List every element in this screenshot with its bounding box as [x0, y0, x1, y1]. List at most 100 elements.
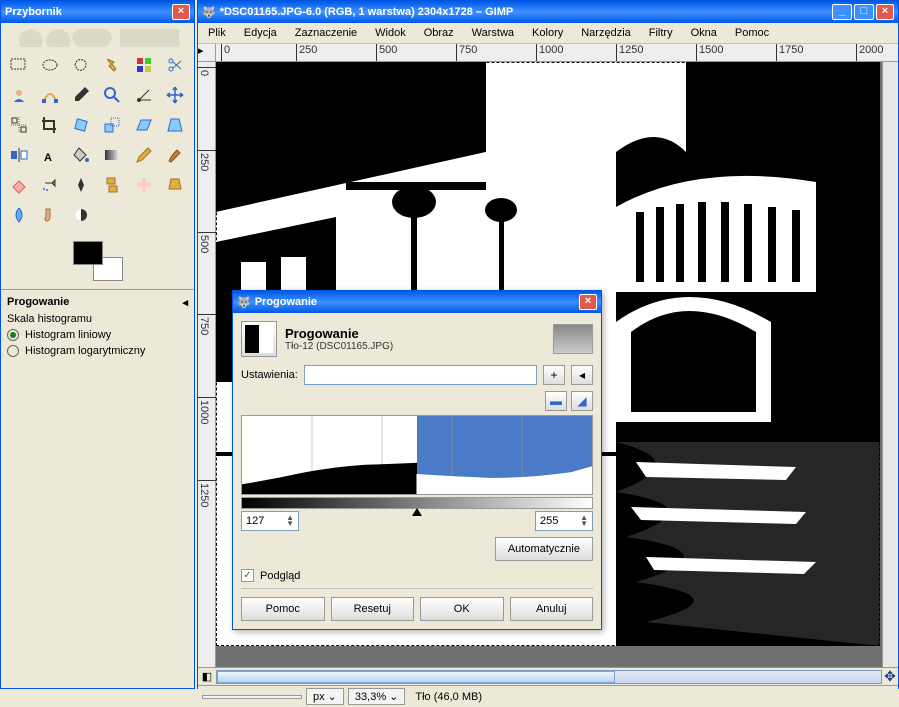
- foreground-select-tool[interactable]: [5, 81, 33, 109]
- ruler-horizontal[interactable]: 0 250 500 750 1000 1250 1500 1750 2000: [216, 44, 898, 62]
- auto-button[interactable]: Automatycznie: [495, 537, 593, 561]
- radio-icon: [7, 329, 19, 341]
- high-value-input[interactable]: 255▲▼: [535, 511, 593, 531]
- presets-combo[interactable]: [304, 365, 537, 385]
- toolbox-window: Przybornik × A: [0, 0, 195, 689]
- airbrush-tool[interactable]: [36, 171, 64, 199]
- zoom-tool[interactable]: [98, 81, 126, 109]
- text-tool[interactable]: A: [36, 141, 64, 169]
- menu-windows[interactable]: Okna: [687, 25, 721, 41]
- zoom-selector[interactable]: 33,3% ⌄: [348, 688, 405, 705]
- checkbox-icon: ✓: [241, 569, 254, 582]
- flip-tool[interactable]: [5, 141, 33, 169]
- menu-layer[interactable]: Warstwa: [468, 25, 518, 41]
- paintbrush-tool[interactable]: [161, 141, 189, 169]
- blend-tool[interactable]: [98, 141, 126, 169]
- threshold-icon: [241, 321, 277, 357]
- rotate-tool[interactable]: [67, 111, 95, 139]
- menu-filters[interactable]: Filtry: [645, 25, 677, 41]
- dialog-head-title: Progowanie: [285, 326, 545, 341]
- fuzzy-select-tool[interactable]: [98, 51, 126, 79]
- radio-linear[interactable]: Histogram liniowy: [7, 329, 188, 341]
- by-color-select-tool[interactable]: [130, 51, 158, 79]
- scrollbar-vertical[interactable]: [882, 62, 898, 667]
- help-button[interactable]: Pomoc: [241, 597, 325, 621]
- eraser-tool[interactable]: [5, 171, 33, 199]
- ellipse-select-tool[interactable]: [36, 51, 64, 79]
- pointer-pos-field: [202, 695, 302, 699]
- move-tool[interactable]: [161, 81, 189, 109]
- low-value-input[interactable]: 127▲▼: [241, 511, 299, 531]
- ok-button[interactable]: OK: [420, 597, 504, 621]
- quickmask-toggle[interactable]: ◧: [198, 670, 216, 683]
- menu-edit[interactable]: Edycja: [240, 25, 281, 41]
- settings-label: Ustawienia:: [241, 369, 298, 381]
- ruler-vertical[interactable]: 0 250 500 750 1000 1250: [198, 62, 216, 667]
- menu-image[interactable]: Obraz: [420, 25, 458, 41]
- lasso-tool[interactable]: [67, 51, 95, 79]
- menu-tools[interactable]: Narzędzia: [577, 25, 635, 41]
- add-preset-icon[interactable]: +: [543, 365, 565, 385]
- menu-view[interactable]: Widok: [371, 25, 410, 41]
- pencil-tool[interactable]: [130, 141, 158, 169]
- dodge-burn-tool[interactable]: [67, 201, 95, 229]
- perspective-clone-tool[interactable]: [161, 171, 189, 199]
- radio-logarithmic[interactable]: Histogram logarytmiczny: [7, 345, 188, 357]
- scrollbar-horizontal[interactable]: [216, 670, 882, 684]
- menu-help[interactable]: Pomoc: [731, 25, 773, 41]
- rect-select-tool[interactable]: [5, 51, 33, 79]
- threshold-marker[interactable]: [412, 508, 422, 516]
- dialog-titlebar[interactable]: 🐺 Progowanie ×: [233, 291, 601, 313]
- menu-select[interactable]: Zaznaczenie: [291, 25, 361, 41]
- color-picker-tool[interactable]: [67, 81, 95, 109]
- align-tool[interactable]: [5, 111, 33, 139]
- scale-label: Skala histogramu: [7, 313, 188, 325]
- histogram-log-icon[interactable]: ◢: [571, 391, 593, 411]
- unit-selector[interactable]: px ⌄: [306, 688, 344, 705]
- color-swatch[interactable]: [73, 241, 123, 281]
- heal-tool[interactable]: [130, 171, 158, 199]
- menu-file[interactable]: Plik: [204, 25, 230, 41]
- panel-arrow-icon[interactable]: ◂: [182, 296, 188, 309]
- dialog-title: Progowanie: [255, 296, 317, 308]
- reset-button[interactable]: Resetuj: [331, 597, 415, 621]
- toolbox-header-decor: [1, 23, 194, 47]
- close-icon[interactable]: ×: [876, 4, 894, 20]
- minimize-icon[interactable]: _: [832, 4, 852, 20]
- ink-tool[interactable]: [67, 171, 95, 199]
- close-icon[interactable]: ×: [172, 4, 190, 20]
- image-title: *DSC01165.JPG-6.0 (RGB, 1 warstwa) 2304x…: [220, 6, 514, 18]
- smudge-tool[interactable]: [36, 201, 64, 229]
- close-icon[interactable]: ×: [579, 294, 597, 310]
- bucket-fill-tool[interactable]: [67, 141, 95, 169]
- scissors-tool[interactable]: [161, 51, 189, 79]
- histogram-linear-icon[interactable]: ▬: [545, 391, 567, 411]
- clone-tool[interactable]: [98, 171, 126, 199]
- dialog-thumbnail: [553, 324, 593, 354]
- status-text: Tło (46,0 MB): [409, 691, 894, 703]
- gimp-icon: 🐺: [202, 6, 216, 19]
- measure-tool[interactable]: [130, 81, 158, 109]
- ruler-corner[interactable]: ▸: [198, 44, 216, 62]
- paths-tool[interactable]: [36, 81, 64, 109]
- gimp-icon: 🐺: [237, 296, 251, 309]
- blur-tool[interactable]: [5, 201, 33, 229]
- crop-tool[interactable]: [36, 111, 64, 139]
- toolbox-titlebar[interactable]: Przybornik ×: [1, 1, 194, 23]
- navigate-icon[interactable]: ✥: [882, 669, 898, 685]
- perspective-tool[interactable]: [161, 111, 189, 139]
- threshold-gradient[interactable]: [241, 497, 593, 509]
- preview-checkbox[interactable]: ✓ Podgląd: [241, 569, 593, 582]
- preset-menu-icon[interactable]: ◂: [571, 365, 593, 385]
- image-titlebar[interactable]: 🐺 *DSC01165.JPG-6.0 (RGB, 1 warstwa) 230…: [198, 1, 898, 23]
- statusbar: px ⌄ 33,3% ⌄ Tło (46,0 MB): [198, 685, 898, 707]
- menubar: Plik Edycja Zaznaczenie Widok Obraz Wars…: [198, 23, 898, 44]
- scale-tool[interactable]: [98, 111, 126, 139]
- menu-colors[interactable]: Kolory: [528, 25, 567, 41]
- cancel-button[interactable]: Anuluj: [510, 597, 594, 621]
- fg-color[interactable]: [73, 241, 103, 265]
- shear-tool[interactable]: [130, 111, 158, 139]
- toolbox-title: Przybornik: [5, 6, 62, 18]
- maximize-icon[interactable]: □: [854, 4, 874, 20]
- histogram[interactable]: [241, 415, 593, 495]
